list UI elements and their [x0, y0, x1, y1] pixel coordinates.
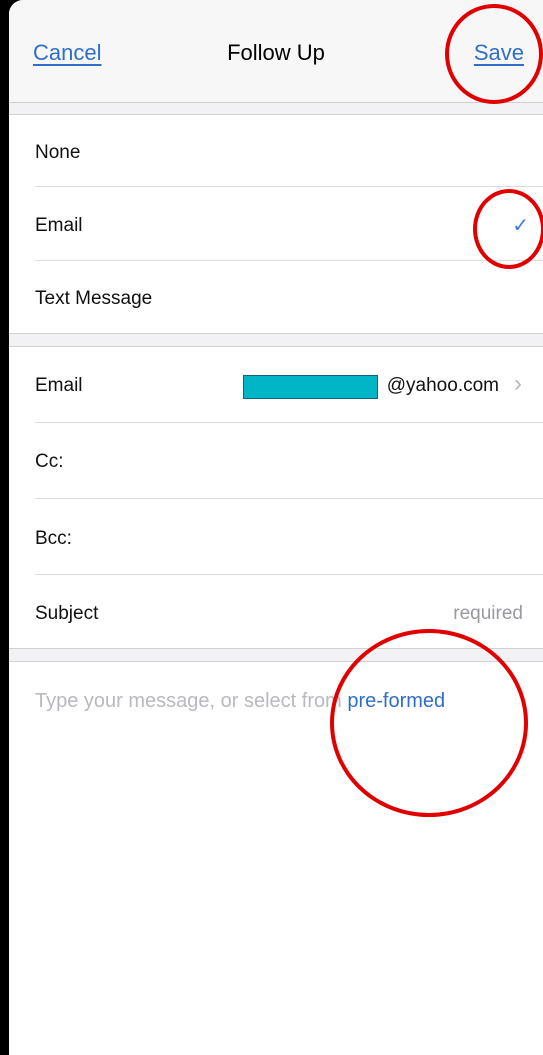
annotation-circle-save	[445, 4, 543, 104]
bcc-label: Bcc:	[35, 528, 72, 549]
cc-label: Cc:	[35, 451, 64, 472]
option-text-message[interactable]: Text Message	[9, 261, 543, 333]
bcc-field[interactable]: Bcc:	[9, 499, 543, 574]
option-none-label: None	[35, 142, 81, 163]
chevron-right-icon: ›	[514, 370, 522, 397]
option-none[interactable]: None	[9, 115, 543, 187]
option-email-label: Email	[35, 215, 83, 236]
option-email[interactable]: Email ✓	[9, 187, 543, 260]
redacted-email-username	[243, 375, 378, 399]
follow-up-screen: Cancel Follow Up Save None Email ✓ Text …	[9, 0, 543, 1055]
subject-label: Subject	[35, 603, 99, 624]
message-placeholder: Type your message, or select from	[35, 690, 342, 712]
option-text-message-label: Text Message	[35, 288, 153, 309]
email-address-value: @yahoo.com	[386, 375, 499, 396]
subject-placeholder: required	[453, 603, 523, 624]
cc-field[interactable]: Cc:	[9, 423, 543, 498]
section-spacer	[9, 334, 543, 346]
annotation-circle-pre-formed	[330, 629, 528, 817]
annotation-circle-check	[473, 189, 543, 269]
email-to-label: Email	[35, 375, 83, 396]
